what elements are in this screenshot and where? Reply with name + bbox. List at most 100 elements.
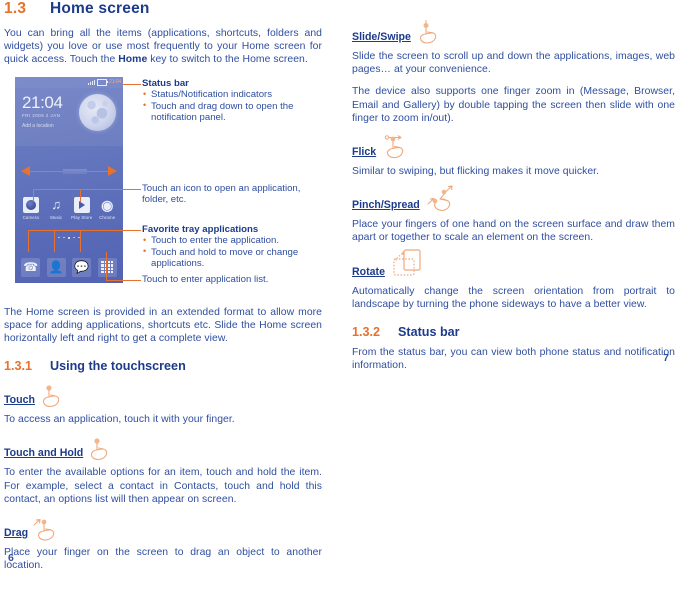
gesture-title: Rotate (352, 265, 385, 278)
gesture-drag-text: Place your finger on the screen to drag … (4, 547, 322, 572)
dock-messaging-button[interactable]: 💬 (72, 257, 92, 277)
signal-bars-icon (88, 79, 96, 86)
subsection-title: Using the touchscreen (50, 359, 186, 374)
arrow-right-icon (108, 166, 117, 177)
phone-status-bar: 21:04 (15, 76, 123, 88)
clock-weather-widget[interactable]: 21:04 FRI 2009 2 JAN Add a location (15, 87, 123, 146)
callout-text: Touch an icon to open an application, fo… (142, 182, 301, 206)
gesture-slide-swipe-text-2: The device also supports one finger zoom… (352, 86, 675, 124)
home-screen-figure: 21:04 21:04 FRI 2009 2 JAN Add a locatio… (4, 76, 322, 294)
hand-pinch-spread-icon (425, 183, 461, 213)
play-store-icon (73, 196, 90, 213)
leader-bridge-dock (28, 229, 123, 231)
gesture-touch-header: Touch (4, 384, 322, 408)
leader-connector-app-list (106, 251, 108, 280)
leader-bridge-icons (33, 188, 123, 190)
gesture-title: Pinch/Spread (352, 199, 420, 212)
leader-connector-dock-messaging (80, 229, 82, 252)
hand-slide-icon (416, 19, 446, 45)
leader-connector-playstore (80, 188, 82, 202)
status-bar-time: 21:04 (109, 79, 121, 86)
callout-app-list-note: Touch to enter application list. (142, 274, 322, 286)
hand-touch-icon (40, 384, 68, 408)
callout-title: Favorite tray applications (142, 223, 259, 235)
app-camera[interactable]: Camera (19, 196, 43, 220)
arrow-left-icon (21, 166, 30, 177)
page-indicator-dots (15, 236, 123, 239)
section-number: 1.3 (4, 0, 27, 17)
app-label: Camera (22, 214, 39, 220)
callout-bullet: Touch to enter the application. (143, 235, 322, 247)
moon-icon (79, 93, 116, 131)
callout-bullet: Touch and hold to move or change applica… (143, 246, 322, 270)
callout-text: Touch to enter application list. (142, 273, 269, 285)
callout-bullet: Touch and drag down to open the notifica… (143, 100, 322, 124)
app-chrome[interactable]: ◉ Chrome (95, 197, 119, 220)
contact-person-icon: 👤 (48, 259, 64, 274)
leader-line-app-list (106, 279, 141, 281)
hand-flick-icon (381, 134, 415, 160)
gesture-flick-header: Flick (352, 134, 675, 160)
app-grid-icon (101, 261, 114, 274)
gesture-title: Touch (4, 394, 35, 407)
subsection-title: Status bar (398, 325, 460, 340)
gesture-slide-swipe-header: Slide/Swipe (352, 19, 675, 45)
gesture-rotate-text: Automatically change the screen orientat… (352, 285, 675, 310)
app-label: Play Store (71, 214, 93, 220)
leader-connector-dock-phone (28, 229, 30, 252)
gesture-title: Drag (4, 527, 29, 540)
status-bar-paragraph: From the status bar, you can view both p… (352, 347, 675, 372)
gesture-pinch-spread-text: Place your fingers of one hand on the sc… (352, 219, 675, 244)
app-play-store[interactable]: Play Store (70, 196, 94, 220)
page-number-left: 6 (8, 552, 14, 565)
gesture-rotate-header: Rotate (352, 249, 675, 278)
intro-paragraph: You can bring all the items (application… (4, 27, 322, 67)
home-key-bold: Home (118, 54, 148, 66)
horizontal-swipe-arrow (21, 165, 117, 179)
gesture-drag-header: Drag (4, 517, 322, 541)
dock-phone-button[interactable]: ☎ (21, 257, 41, 277)
music-note-icon: ♫ (51, 196, 62, 212)
callout-status-bar: Status bar Status/Notification indicator… (142, 78, 322, 124)
leader-line-icon-note (123, 188, 141, 190)
dock-app-list-button[interactable] (97, 257, 117, 277)
section-heading-1-3: 1.3 Home screen (4, 0, 322, 18)
gesture-touch-text: To access an application, touch it with … (4, 414, 235, 426)
leader-connector-camera (33, 188, 35, 202)
subsection-heading-1-3-2: 1.3.2 Status bar (352, 325, 675, 339)
manual-page-spread: 1.3 Home screen You can bring all the it… (0, 0, 675, 614)
chrome-icon: ◉ (101, 196, 114, 213)
gesture-flick-text: Similar to swiping, but flicking makes i… (352, 166, 600, 178)
gesture-title: Flick (352, 146, 377, 159)
callout-icon-note: Touch an icon to open an application, fo… (142, 183, 320, 206)
phone-rotate-icon (390, 248, 430, 280)
phone-handset-icon: ☎ (23, 259, 39, 274)
subsection-heading-1-3-1: 1.3.1 Using the touchscreen (4, 359, 322, 373)
gesture-slide-swipe-text-1: Slide the screen to scroll up and down t… (352, 51, 675, 76)
section-title: Home screen (50, 0, 150, 17)
subsection-number: 1.3.1 (4, 359, 33, 374)
message-bubble-icon: 💬 (74, 259, 90, 274)
left-column: 1.3 Home screen You can bring all the it… (4, 0, 322, 572)
extended-format-paragraph: The Home screen is provided in an extend… (4, 306, 322, 345)
home-screen-app-row: Camera ♫ Music Play Store ◉ Chrome (15, 196, 123, 220)
gesture-title: Touch and Hold (4, 447, 84, 460)
hand-touch-hold-icon (88, 437, 116, 461)
leader-line-status-bar (123, 83, 141, 85)
intro-text-part2: key to switch to the Home screen. (147, 54, 308, 66)
callout-favorite-tray: Favorite tray applications Touch to ente… (142, 224, 322, 270)
right-column: Slide/Swipe Slide the screen to scroll u… (352, 10, 675, 372)
gesture-pinch-spread-header: Pinch/Spread (352, 185, 675, 212)
dock-contacts-button[interactable]: 👤 (46, 257, 66, 277)
gesture-touch-hold-text: To enter the available options for an it… (4, 467, 322, 505)
app-music[interactable]: ♫ Music (44, 197, 68, 220)
callout-title: Status bar (142, 77, 189, 89)
gesture-touch-hold-header: Touch and Hold (4, 437, 322, 461)
hand-drag-icon (33, 517, 65, 541)
camera-icon (22, 196, 39, 213)
subsection-number: 1.3.2 (352, 325, 381, 340)
callout-bullet: Status/Notification indicators (143, 89, 322, 101)
app-label: Chrome (99, 214, 116, 220)
leader-line-favorite-tray (123, 229, 141, 231)
app-label: Music (50, 214, 63, 220)
